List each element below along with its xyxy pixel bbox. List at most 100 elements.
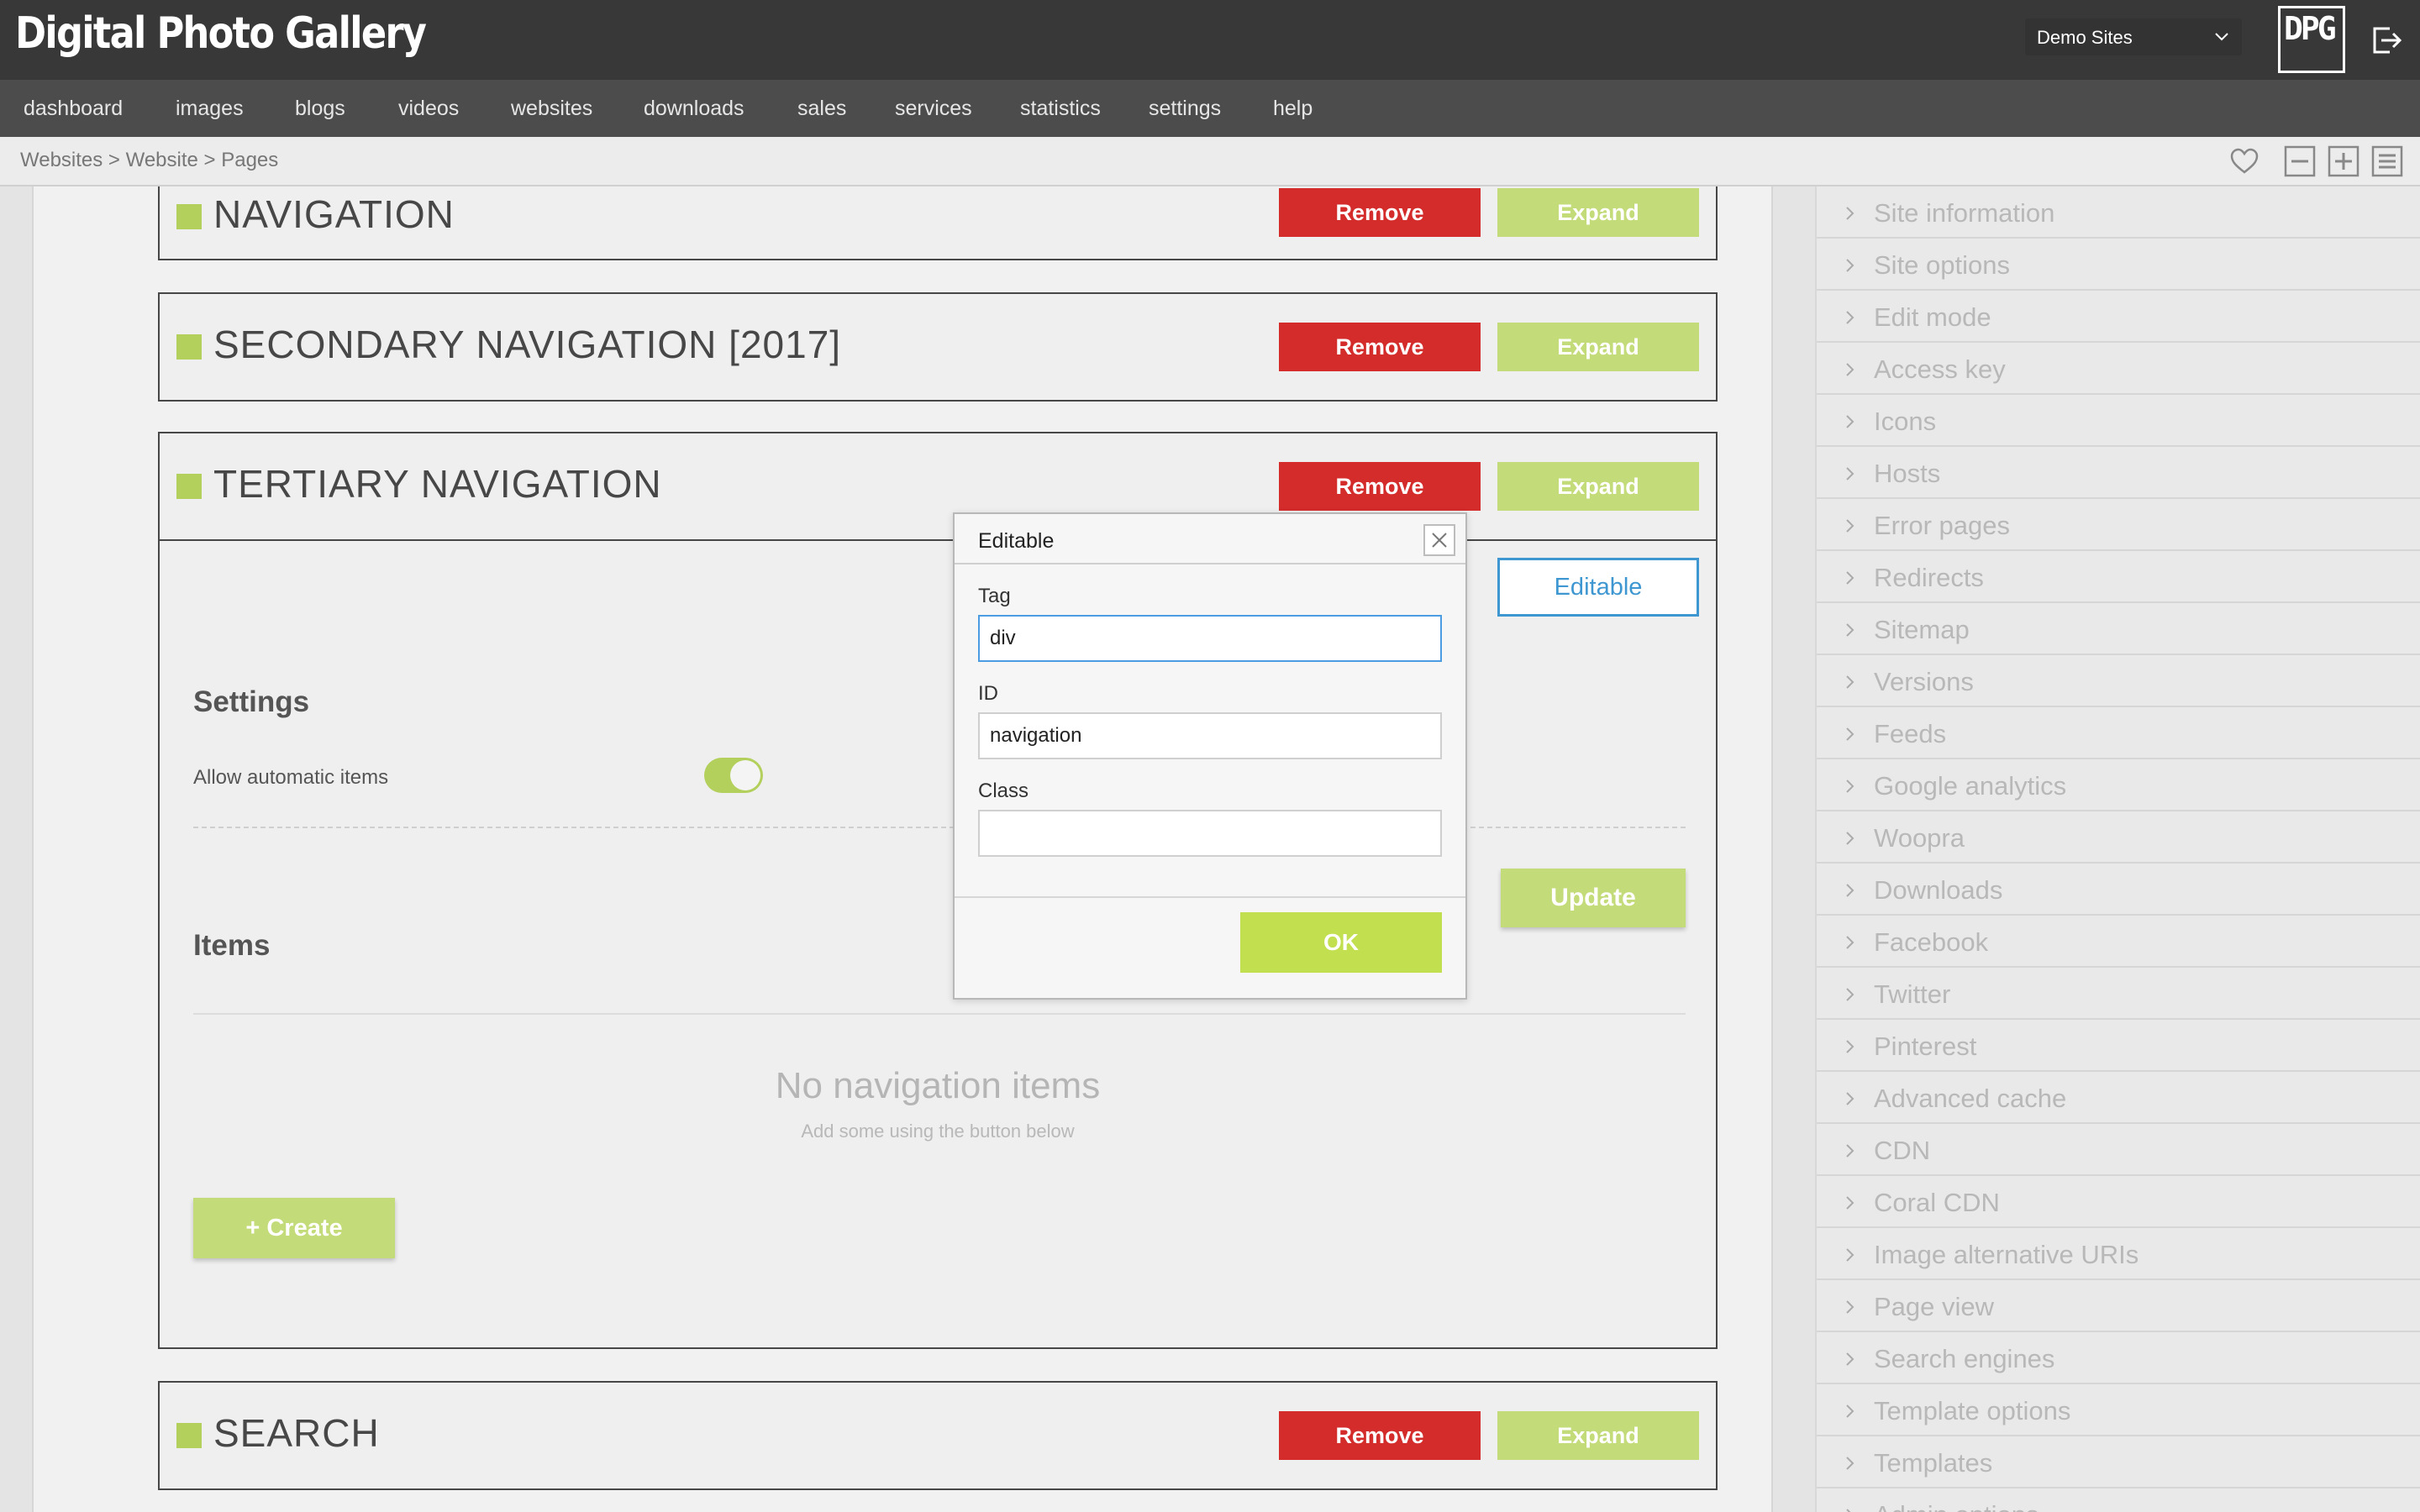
nav-blogs[interactable]: blogs (295, 97, 345, 121)
sidebar-item[interactable]: Page view (1817, 1280, 2420, 1332)
items-divider (193, 1013, 1686, 1015)
expand-button[interactable]: Expand (1497, 323, 1699, 371)
expand-button[interactable]: Expand (1497, 462, 1699, 511)
chevron-right-icon (1846, 884, 1854, 897)
heart-icon[interactable] (2228, 145, 2260, 177)
panel-square-icon (176, 474, 202, 499)
sidebar-item[interactable]: Google analytics (1817, 759, 2420, 811)
sidebar-item[interactable]: Site information (1817, 186, 2420, 239)
sidebar-item[interactable]: Versions (1817, 655, 2420, 707)
content-area: NAVIGATION Remove Expand SECONDARY NAVIG… (0, 186, 1815, 1512)
class-label: Class (978, 780, 1029, 802)
sidebar-item[interactable]: CDN (1817, 1124, 2420, 1176)
sidebar-item-label: Access key (1874, 354, 2006, 384)
close-icon (1432, 533, 1447, 548)
chevron-right-icon (1846, 415, 1854, 428)
chevron-right-icon (1846, 363, 1854, 376)
site-select[interactable]: Demo Sites (2025, 18, 2242, 55)
empty-state-subtitle: Add some using the button below (801, 1121, 1075, 1142)
update-button[interactable]: Update (1501, 869, 1686, 927)
sidebar-item-label: Template options (1874, 1396, 2071, 1425)
breadcrumb[interactable]: Websites > Website > Pages (20, 149, 278, 172)
sidebar-item[interactable]: Advanced cache (1817, 1072, 2420, 1124)
create-button-label: Create (266, 1215, 343, 1242)
top-bar: Digital Photo Gallery Demo Sites DPG (0, 0, 2420, 80)
chevron-right-icon (1846, 780, 1854, 793)
expand-button[interactable]: Expand (1497, 1411, 1699, 1460)
nav-dashboard[interactable]: dashboard (24, 97, 123, 121)
dpg-logo-icon[interactable]: DPG (2278, 6, 2345, 73)
sidebar-item-label: Google analytics (1874, 771, 2067, 801)
nav-downloads[interactable]: downloads (644, 97, 744, 121)
menu-icon[interactable] (2371, 145, 2403, 177)
chevron-right-icon (1846, 727, 1854, 741)
ok-button[interactable]: OK (1240, 912, 1442, 973)
chevron-right-icon (1846, 259, 1854, 272)
sidebar-item[interactable]: Coral CDN (1817, 1176, 2420, 1228)
site-settings-sidebar: Site information Site options Edit mode Acc… (1815, 186, 2420, 1512)
panel-tertiary-navigation: TERTIARY NAVIGATION Remove Expand Editab… (158, 432, 1718, 1349)
sidebar-item[interactable]: Twitter (1817, 968, 2420, 1020)
app-logo[interactable]: Digital Photo Gallery (15, 8, 427, 59)
class-input[interactable] (978, 810, 1442, 857)
sidebar-item[interactable]: Templates (1817, 1436, 2420, 1488)
logout-icon[interactable] (2368, 22, 2403, 57)
sidebar-item[interactable]: Error pages (1817, 499, 2420, 551)
sidebar-item[interactable]: Woopra (1817, 811, 2420, 864)
dpg-logo-text: DPG (2284, 10, 2337, 47)
chevron-right-icon (1846, 1404, 1854, 1418)
remove-button[interactable]: Remove (1279, 462, 1481, 511)
sidebar-item-label: Redirects (1874, 563, 1984, 592)
allow-automatic-items-toggle[interactable] (704, 758, 763, 793)
chevron-right-icon (1846, 623, 1854, 637)
nav-settings[interactable]: settings (1149, 97, 1221, 121)
id-input[interactable]: navigation (978, 712, 1442, 759)
remove-button[interactable]: Remove (1279, 1411, 1481, 1460)
sidebar-item-label: Image alternative URIs (1874, 1240, 2139, 1269)
panel-title: NAVIGATION (213, 192, 455, 236)
sidebar-item[interactable]: Sitemap (1817, 603, 2420, 655)
sidebar-item-label: Facebook (1874, 927, 1989, 957)
chevron-right-icon (1846, 1352, 1854, 1366)
nav-videos[interactable]: videos (398, 97, 459, 121)
sidebar-item[interactable]: Redirects (1817, 551, 2420, 603)
create-button[interactable]: + Create (193, 1198, 395, 1258)
sidebar-item-label: Advanced cache (1874, 1084, 2067, 1113)
chevron-right-icon (1846, 207, 1854, 220)
collapse-all-icon[interactable] (2284, 145, 2316, 177)
expand-button[interactable]: Expand (1497, 188, 1699, 237)
sidebar-item[interactable]: Template options (1817, 1384, 2420, 1436)
editable-button[interactable]: Editable (1497, 558, 1699, 617)
remove-button[interactable]: Remove (1279, 188, 1481, 237)
id-label: ID (978, 682, 998, 705)
panel-search: SEARCH Remove Expand (158, 1381, 1718, 1490)
sidebar-item[interactable]: Admin options (1817, 1488, 2420, 1512)
sidebar-item[interactable]: Feeds (1817, 707, 2420, 759)
nav-sales[interactable]: sales (797, 97, 846, 121)
sidebar-item[interactable]: Edit mode (1817, 291, 2420, 343)
sidebar-item[interactable]: Icons (1817, 395, 2420, 447)
panel-body: Editable Settings Allow automatic items … (160, 539, 1716, 1258)
expand-all-icon[interactable] (2328, 145, 2360, 177)
nav-help[interactable]: help (1273, 97, 1313, 121)
sidebar-item[interactable]: Image alternative URIs (1817, 1228, 2420, 1280)
nav-statistics[interactable]: statistics (1020, 97, 1101, 121)
panel-title: SEARCH (213, 1411, 380, 1455)
panel-secondary-navigation: SECONDARY NAVIGATION [2017] Remove Expan… (158, 292, 1718, 402)
close-button[interactable] (1423, 524, 1455, 556)
sidebar-item[interactable]: Site options (1817, 239, 2420, 291)
remove-button[interactable]: Remove (1279, 323, 1481, 371)
sidebar-item-label: Error pages (1874, 511, 2010, 540)
sidebar-item[interactable]: Search engines (1817, 1332, 2420, 1384)
sidebar-item[interactable]: Pinterest (1817, 1020, 2420, 1072)
sidebar-item[interactable]: Downloads (1817, 864, 2420, 916)
nav-services[interactable]: services (895, 97, 972, 121)
sidebar-item[interactable]: Access key (1817, 343, 2420, 395)
chevron-right-icon (1846, 988, 1854, 1001)
nav-images[interactable]: images (176, 97, 244, 121)
sidebar-item-label: Feeds (1874, 719, 1947, 748)
sidebar-item[interactable]: Hosts (1817, 447, 2420, 499)
nav-websites[interactable]: websites (511, 97, 592, 121)
tag-input[interactable]: div (978, 615, 1442, 662)
sidebar-item[interactable]: Facebook (1817, 916, 2420, 968)
